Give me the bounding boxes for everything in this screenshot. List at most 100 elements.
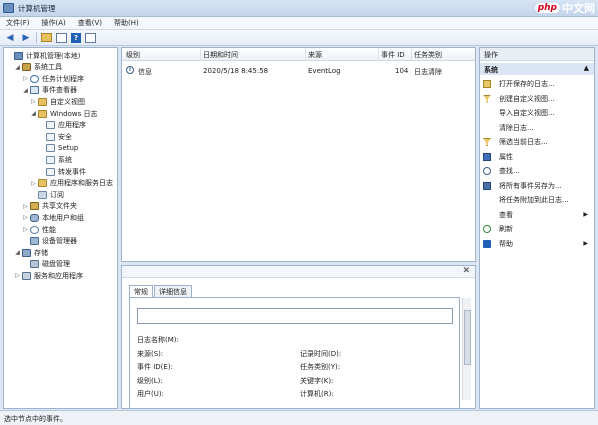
tree-item[interactable]: ▷ 任务计划程序 — [22, 73, 84, 84]
column-separator[interactable] — [305, 48, 306, 61]
folder-icon — [38, 109, 47, 118]
tree-item[interactable]: 转发事件 — [38, 166, 86, 177]
tree-item[interactable]: ▷ 共享文件夹 — [22, 201, 77, 212]
collapse-arrow-icon[interactable]: ◢ — [14, 64, 21, 71]
watermark: php 中文网 — [534, 0, 595, 16]
action-item[interactable]: 刷新 — [480, 223, 594, 235]
up-folder-icon[interactable] — [41, 33, 52, 42]
tree-item-label: 安全 — [58, 132, 72, 141]
expand-arrow-icon[interactable]: ▷ — [22, 214, 29, 221]
menu-action[interactable]: 操作(A) — [42, 18, 66, 28]
action-item[interactable]: 查找... — [480, 165, 594, 177]
device-manager-icon — [30, 237, 39, 246]
column-level[interactable]: 级别 — [126, 50, 140, 60]
console-tree: 计算机管理(本地) ◢ 系统工具 ▷ 任务计划程序 ◢ 事件查看器 ▷ 自定义视图 ◢ Window… — [3, 47, 118, 409]
tree-item[interactable]: 应用程序 — [38, 120, 86, 131]
action-item[interactable]: 筛选当前日志... — [480, 136, 594, 148]
action-item[interactable]: 查看 ▶ — [480, 209, 594, 221]
tree-item-label: 设备管理器 — [42, 237, 77, 246]
action-item-label: 将任务附加到此日志... — [499, 196, 569, 204]
menu-help[interactable]: 帮助(H) — [114, 18, 139, 28]
tree-item[interactable]: 订阅 — [30, 189, 64, 200]
scrollbar-thumb[interactable] — [464, 310, 471, 365]
tree-item[interactable]: ◢ 事件查看器 — [22, 85, 77, 96]
action-item[interactable]: 将任务附加到此日志... — [480, 194, 594, 206]
event-row[interactable]: i 信息 2020/5/18 8:45:58 EventLog 104 日志清除 — [122, 66, 475, 77]
tree-item[interactable]: 系统 — [38, 154, 72, 165]
action-item[interactable]: 帮助 ▶ — [480, 238, 594, 250]
filter-icon — [483, 94, 491, 103]
tree-item[interactable]: 磁盘管理 — [22, 259, 70, 270]
tab-general[interactable]: 常规 — [129, 285, 153, 297]
event-viewer-icon — [30, 86, 39, 95]
action-item[interactable]: 打开保存的日志... — [480, 78, 594, 90]
event-detail: ✕ 常规 详细信息 日志名称(M): 来源(S): 事件 ID(E): 级别(L… — [121, 265, 476, 409]
tree-item[interactable]: 安全 — [38, 131, 72, 142]
column-separator[interactable] — [200, 48, 201, 61]
expand-arrow-icon[interactable]: ▷ — [14, 272, 21, 279]
close-icon[interactable]: ✕ — [462, 266, 470, 276]
tree-item[interactable]: ▷ 性能 — [22, 224, 56, 235]
action-item-label: 创建自定义视图... — [499, 94, 555, 103]
actions-section-label: 系统 — [484, 66, 498, 74]
actions-section-system[interactable]: 系统 ▲ — [480, 63, 594, 75]
expand-arrow-icon[interactable]: ▷ — [30, 180, 37, 187]
collapse-arrow-icon[interactable]: ◢ — [30, 110, 37, 117]
column-event-id[interactable]: 事件 ID — [381, 50, 405, 60]
back-arrow-icon[interactable]: ◀ — [4, 32, 16, 43]
event-list: 级别 日期和时间 来源 事件 ID 任务类别 i 信息 2020/5/18 8:… — [121, 47, 476, 262]
tree-item[interactable]: ▷ 自定义视图 — [30, 96, 85, 107]
action-item[interactable]: 属性 — [480, 151, 594, 163]
help-icon[interactable]: ? — [71, 32, 81, 43]
column-task-category[interactable]: 任务类别 — [414, 50, 442, 60]
show-hide-action-pane-icon[interactable] — [85, 32, 96, 43]
tree-item[interactable]: 设备管理器 — [22, 236, 77, 247]
expand-arrow-icon[interactable]: ▷ — [30, 98, 37, 105]
field-computer: 计算机(R): — [300, 390, 334, 398]
menu-view[interactable]: 查看(V) — [78, 18, 102, 28]
expand-arrow-icon[interactable]: ▷ — [22, 226, 29, 233]
services-icon — [22, 271, 31, 280]
collapse-caret-icon[interactable]: ▲ — [584, 64, 589, 72]
tab-details[interactable]: 详细信息 — [154, 285, 192, 297]
show-hide-tree-icon[interactable] — [56, 32, 67, 43]
column-separator[interactable] — [378, 48, 379, 61]
expand-arrow-icon[interactable]: ▷ — [22, 203, 29, 210]
tree-item[interactable]: Setup — [38, 143, 78, 154]
refresh-icon — [483, 225, 491, 233]
expand-arrow-icon[interactable]: ▷ — [22, 75, 29, 82]
column-datetime[interactable]: 日期和时间 — [203, 50, 238, 60]
forward-arrow-icon[interactable]: ▶ — [20, 32, 32, 43]
column-separator[interactable] — [411, 48, 412, 61]
event-description-box[interactable] — [137, 308, 453, 324]
folder-icon — [38, 179, 47, 188]
tree-item[interactable]: ▷ 应用程序和服务日志 — [30, 178, 113, 189]
detail-tabs: 常规 详细信息 — [129, 285, 193, 297]
tree-item[interactable]: ◢ 系统工具 — [14, 62, 62, 73]
tree-item-label: Setup — [58, 144, 79, 153]
tree-item-label: 服务和应用程序 — [34, 271, 83, 280]
event-task-category: 日志清除 — [414, 68, 442, 76]
event-level: 信息 — [138, 68, 152, 76]
column-source[interactable]: 来源 — [308, 50, 322, 60]
tree-item[interactable]: ◢ 存储 — [14, 247, 48, 258]
action-item-label: 查找... — [499, 167, 520, 175]
tree-item[interactable]: ◢ Windows 日志 — [30, 108, 97, 119]
collapse-arrow-icon[interactable]: ◢ — [22, 87, 29, 94]
action-item[interactable]: 将所有事件另存为... — [480, 180, 594, 192]
tree-item[interactable]: 计算机管理(本地) — [6, 50, 80, 61]
storage-icon — [22, 248, 31, 257]
tree-item[interactable]: ▷ 本地用户和组 — [22, 212, 84, 223]
action-item[interactable]: 导入自定义视图... — [480, 107, 594, 119]
action-item[interactable]: 清除日志... — [480, 122, 594, 134]
collapse-arrow-icon[interactable]: ◢ — [14, 249, 21, 256]
window-title: 计算机管理 — [18, 3, 56, 13]
detail-scrollbar[interactable] — [462, 298, 471, 400]
action-item[interactable]: 创建自定义视图... — [480, 93, 594, 105]
tree-item-label: 转发事件 — [58, 167, 86, 176]
menu-file[interactable]: 文件(F) — [6, 18, 30, 28]
tree-item-label: 事件查看器 — [42, 86, 77, 95]
tree-item[interactable]: ▷ 服务和应用程序 — [14, 270, 83, 281]
performance-icon — [30, 225, 39, 234]
tree-item-label: 订阅 — [50, 190, 64, 199]
